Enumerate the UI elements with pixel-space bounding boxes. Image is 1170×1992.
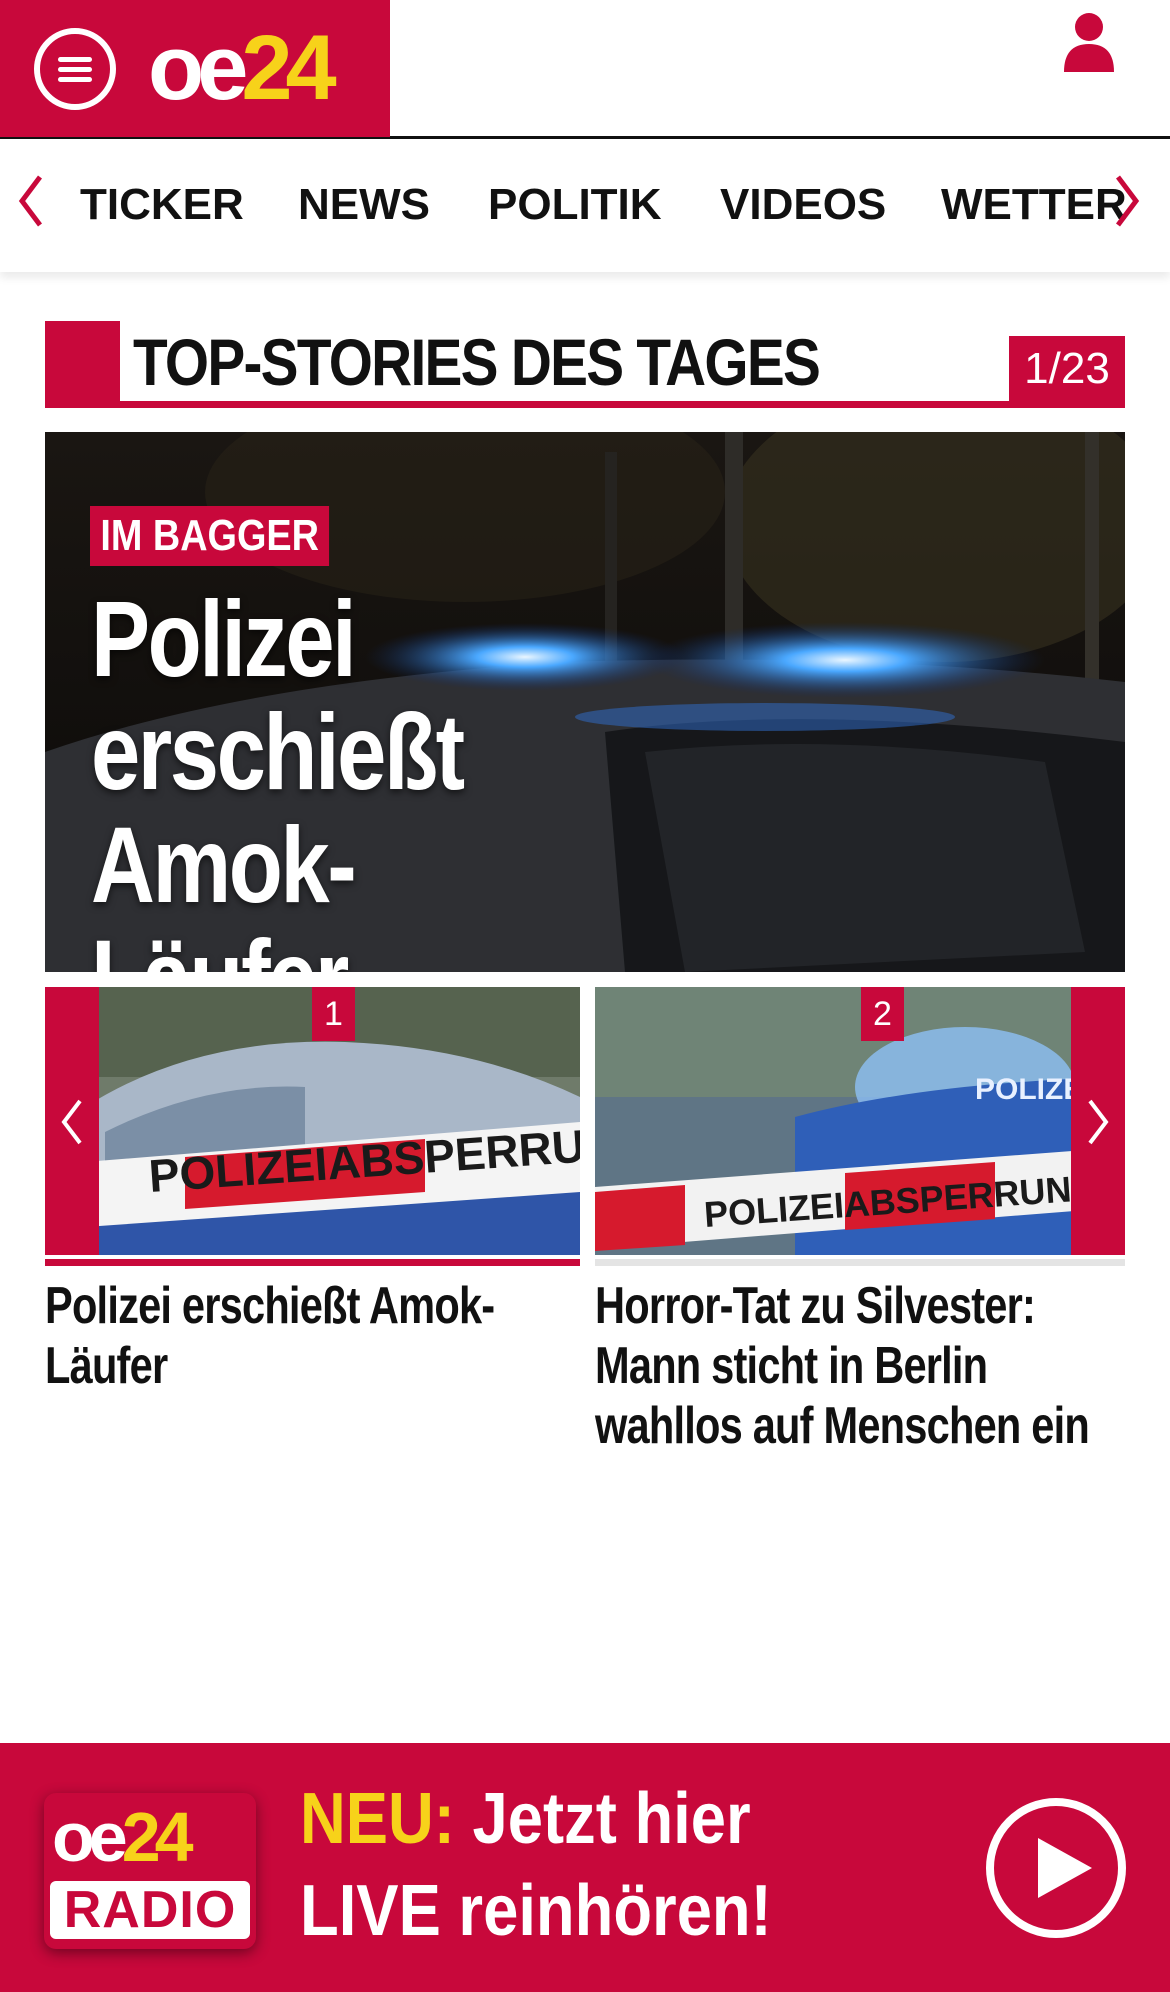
play-icon <box>1038 1838 1092 1898</box>
hamburger-menu-icon[interactable] <box>34 28 116 110</box>
teaser-progress-active <box>45 1259 580 1266</box>
chevron-left-icon <box>61 1099 82 1145</box>
teaser-card-2[interactable]: POLIZEI POLIZEIABSPERRUNG 2 <box>595 987 1125 1255</box>
radio-logo-24: 24 <box>121 1798 194 1876</box>
teaser-progress-inactive <box>595 1259 1125 1266</box>
play-button[interactable] <box>986 1798 1126 1938</box>
radio-logo-wordmark: oe24 <box>52 1798 194 1876</box>
radio-banner[interactable]: oe24 RADIO NEU: Jetzt hier LIVE reinhöre… <box>0 1743 1170 1992</box>
nav-item-news[interactable]: NEWS <box>298 179 430 231</box>
radio-line1-rest: Jetzt hier <box>454 1779 751 1859</box>
teaser-number-2: 2 <box>861 987 904 1041</box>
logo-oe: oe <box>148 17 248 119</box>
teaser-number-1: 1 <box>312 987 355 1041</box>
hero-story[interactable]: IM BAGGER Polizei erschießt Amok-Läufer <box>45 432 1125 972</box>
top-stories-header: TOP-STORIES DES TAGES 1/23 <box>45 321 1125 408</box>
menu-line <box>58 77 92 82</box>
logo-24: 24 <box>241 17 336 119</box>
menu-line <box>58 67 92 72</box>
nav-item-wetter[interactable]: WETTER <box>941 179 1127 231</box>
section-marker <box>45 321 120 408</box>
radio-promo-line-2: LIVE reinhören! <box>300 1871 772 1951</box>
teaser-headline-2[interactable]: Horror-Tat zu Silvester: Mann sticht in … <box>595 1276 1123 1456</box>
radio-promo-text: NEU: Jetzt hier LIVE reinhören! <box>300 1773 772 1957</box>
radio-logo-label: RADIO <box>50 1881 250 1939</box>
teaser-card-1[interactable]: POLIZEIABSPERRUNG 1 <box>45 987 580 1255</box>
nav-item-politik[interactable]: POLITIK <box>488 179 662 231</box>
section-title: TOP-STORIES DES TAGES <box>133 325 821 399</box>
chevron-right-icon <box>1088 1099 1109 1145</box>
category-nav: TICKER NEWS POLITIK VIDEOS WETTER <box>0 139 1170 272</box>
user-icon[interactable] <box>1062 12 1116 72</box>
radio-logo-oe: oe <box>52 1798 128 1876</box>
brand-block: oe24 <box>0 0 390 137</box>
chevron-left-icon[interactable] <box>16 173 46 229</box>
carousel-prev-button[interactable] <box>45 987 99 1255</box>
chevron-right-icon[interactable] <box>1112 173 1142 229</box>
carousel-next-button[interactable] <box>1071 987 1125 1255</box>
hero-kicker: IM BAGGER <box>90 506 330 566</box>
teaser-image-2: POLIZEI POLIZEIABSPERRUNG <box>595 987 1125 1255</box>
nav-item-videos[interactable]: VIDEOS <box>720 179 886 231</box>
teaser-headline-1[interactable]: Polizei erschießt Amok-Läufer <box>45 1276 573 1396</box>
menu-line <box>58 57 92 62</box>
site-header: oe24 <box>0 0 1170 139</box>
hero-headline[interactable]: Polizei erschießt Amok-Läufer <box>91 582 583 972</box>
oe24-radio-logo: oe24 RADIO <box>44 1793 256 1949</box>
section-underline <box>45 401 1125 408</box>
radio-promo-line-1: NEU: Jetzt hier <box>300 1773 772 1865</box>
story-counter: 1/23 <box>1009 336 1125 401</box>
radio-neu-label: NEU: <box>300 1779 455 1859</box>
oe24-logo[interactable]: oe24 <box>148 22 337 114</box>
nav-item-ticker[interactable]: TICKER <box>80 179 244 231</box>
